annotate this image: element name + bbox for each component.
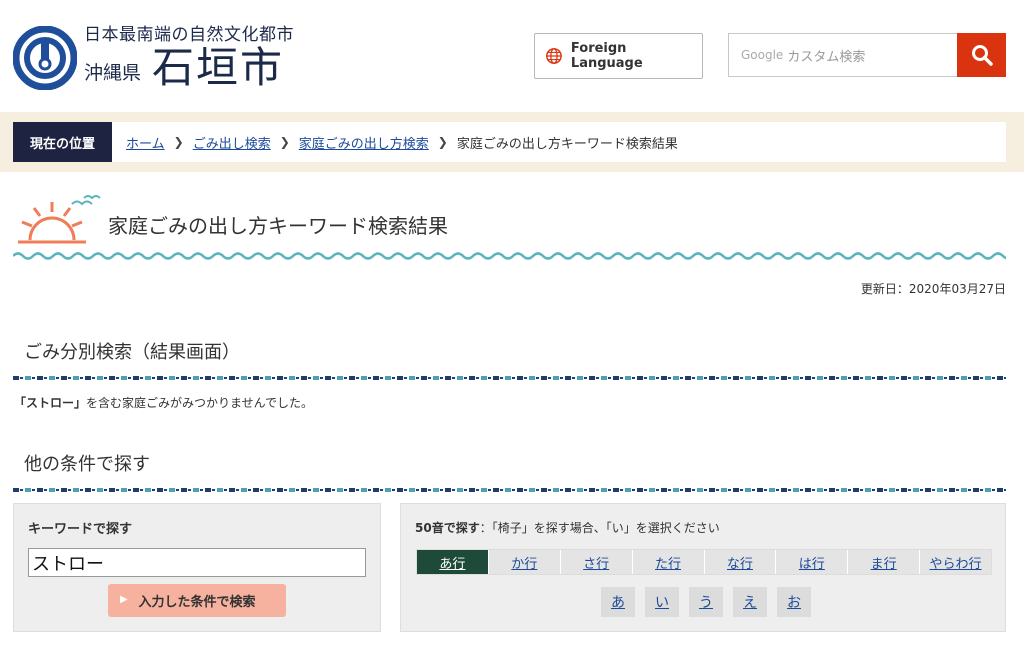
search-button[interactable] [957, 33, 1006, 77]
chevron-right-icon: ❯ [279, 135, 290, 149]
chevron-right-icon: ❯ [437, 135, 448, 149]
result-heading: ごみ分別検索（結果画面） [24, 342, 240, 363]
site-tagline: 日本最南端の自然文化都市 [84, 25, 294, 45]
city-emblem-icon[interactable] [13, 26, 77, 90]
kana-char-i[interactable]: い [645, 587, 679, 617]
kana-search-panel: 50音で探す：「椅子」を探す場合、「い」を選択ください あ行 か行 さ行 た行 … [400, 503, 1006, 632]
other-conditions-heading: 他の条件で探す [24, 454, 150, 475]
kana-char-buttons: あ い う え お [601, 587, 811, 617]
kana-row-tabs: あ行 か行 さ行 た行 な行 は行 ま行 やらわ行 [416, 549, 992, 575]
kana-search-title-rest: ：「椅子」を探す場合、「い」を選択ください [479, 521, 720, 535]
keyword-search-button[interactable]: ▶ 入力した条件で検索 [108, 584, 286, 617]
city-name[interactable]: 石垣市 [152, 44, 284, 92]
sunset-icon [18, 195, 101, 244]
breadcrumb-current: 家庭ごみの出し方キーワード検索結果 [456, 136, 678, 152]
tab-ma-row[interactable]: ま行 [848, 550, 921, 574]
tab-ka-row[interactable]: か行 [488, 550, 561, 574]
breadcrumb-garbage-search-link[interactable]: ごみ出し検索 [193, 133, 271, 152]
google-label: Google [741, 48, 784, 62]
breadcrumb-label: 現在の位置 [13, 122, 112, 162]
kana-search-title-bold: 50音で探す [415, 521, 480, 535]
pattern-divider [13, 376, 1006, 380]
no-result-text: を含む家庭ごみがみつかりませんでした。 [86, 396, 314, 410]
prefecture-label: 沖縄県 [84, 62, 142, 84]
search-input[interactable]: Google カスタム検索 [728, 33, 958, 77]
keyword-search-title: キーワードで探す [28, 522, 133, 537]
keyword-search-panel: キーワードで探す ▶ 入力した条件で検索 [13, 503, 381, 632]
no-result-message: 「ストロー」を含む家庭ごみがみつかりませんでした。 [14, 394, 313, 411]
tab-na-row[interactable]: な行 [704, 550, 777, 574]
kana-char-u[interactable]: う [689, 587, 723, 617]
breadcrumb-home-link[interactable]: ホーム [126, 133, 165, 152]
keyword-input[interactable] [28, 548, 366, 577]
wave-divider [13, 252, 1006, 260]
breadcrumb: 現在の位置 ホーム ❯ ごみ出し検索 ❯ 家庭ごみの出し方検索 ❯ 家庭ごみの出… [13, 122, 1006, 162]
arrow-right-icon: ▶ [120, 594, 128, 605]
foreign-language-button[interactable]: Foreign Language [534, 33, 703, 79]
updated-date: 更新日：2020年03月27日 [860, 282, 1006, 296]
kana-search-title: 50音で探す：「椅子」を探す場合、「い」を選択ください [415, 519, 720, 536]
search-icon [971, 45, 993, 66]
page-title: 家庭ごみの出し方キーワード検索結果 [108, 214, 448, 238]
tab-ha-row[interactable]: は行 [776, 550, 849, 574]
kana-char-o[interactable]: お [777, 587, 811, 617]
search-placeholder: カスタム検索 [787, 49, 866, 65]
tab-sa-row[interactable]: さ行 [560, 550, 633, 574]
chevron-right-icon: ❯ [173, 135, 184, 149]
pattern-divider [13, 488, 1006, 492]
kana-char-e[interactable]: え [733, 587, 767, 617]
globe-icon [546, 48, 562, 64]
site-header: 日本最南端の自然文化都市 沖縄県 石垣市 Foreign Language Go… [0, 0, 1024, 112]
keyword-search-button-label: 入力した条件で検索 [138, 595, 256, 610]
breadcrumb-household-search-link[interactable]: 家庭ごみの出し方検索 [299, 133, 429, 152]
tab-yarawa-row[interactable]: やらわ行 [920, 550, 991, 574]
foreign-language-label: Foreign Language [570, 41, 643, 71]
no-result-keyword: 「ストロー」 [14, 396, 87, 410]
tab-ta-row[interactable]: た行 [632, 550, 705, 574]
kana-char-a[interactable]: あ [601, 587, 635, 617]
tab-a-row[interactable]: あ行 [417, 550, 489, 574]
